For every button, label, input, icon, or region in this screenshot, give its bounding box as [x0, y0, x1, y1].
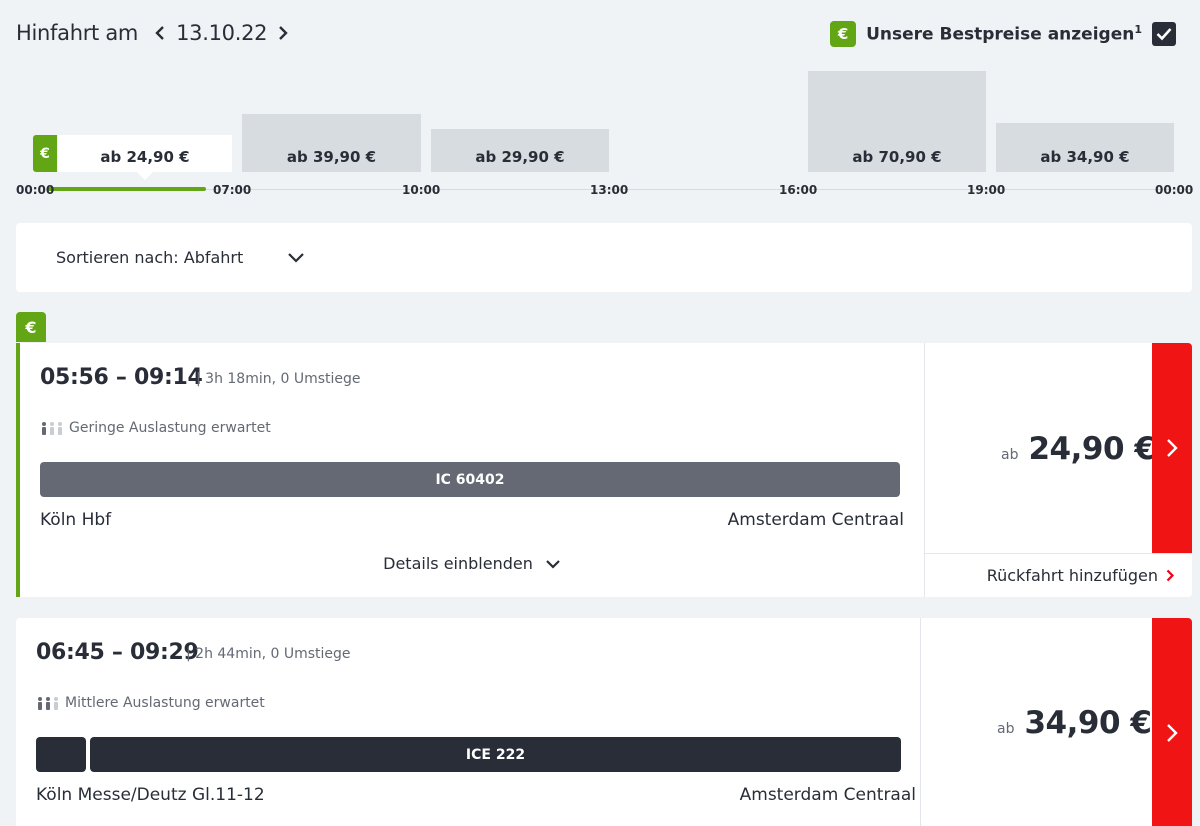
previous-day-button[interactable]: [148, 18, 172, 48]
walk-segment[interactable]: [36, 737, 86, 772]
bestprice-checkbox[interactable]: [1152, 22, 1176, 46]
price-prefix: ab: [1001, 447, 1019, 463]
chevron-right-icon: [1166, 569, 1174, 582]
time-tick: 10:00: [402, 183, 441, 197]
details-label: Details einblenden: [383, 554, 533, 573]
train-number: IC 60402: [435, 471, 505, 488]
return-label: Rückfahrt hinzufügen: [986, 566, 1158, 585]
euro-icon: €: [33, 135, 57, 172]
price: ab 24,90 €: [1001, 431, 1156, 467]
price-prefix: ab: [997, 721, 1015, 737]
occupancy-label: Geringe Auslastung erwartet: [69, 420, 271, 436]
price-bar[interactable]: ab 39,90 €: [242, 114, 421, 172]
select-connection-button[interactable]: [1152, 343, 1192, 553]
occupancy-info: Geringe Auslastung erwartet: [40, 420, 271, 436]
next-day-button[interactable]: [271, 18, 295, 48]
occupancy-info: Mittlere Auslastung erwartet: [36, 695, 265, 711]
chevron-right-icon: [1167, 724, 1178, 742]
price: ab 34,90 €: [997, 705, 1152, 741]
connection-times: 06:45 – 09:29: [36, 640, 199, 665]
time-tick: 00:00: [16, 183, 55, 197]
price-value: 34,90 €: [1024, 705, 1152, 741]
sort-dropdown[interactable]: Sortieren nach: Abfahrt: [16, 223, 1192, 292]
occupancy-low-icon: [42, 422, 62, 435]
connection-card[interactable]: 06:45 – 09:29 | 2h 44min, 0 Umstiege Mit…: [16, 618, 1192, 826]
price-bar-label: ab 24,90 €: [100, 148, 190, 166]
euro-icon: €: [830, 21, 857, 47]
price-bar[interactable]: ab 29,90 €: [431, 129, 609, 172]
sort-label: Sortieren nach: Abfahrt: [56, 248, 244, 267]
travel-date: 13.10.22: [176, 21, 268, 45]
departure-station: Köln Hbf: [40, 510, 112, 530]
outbound-title: Hinfahrt am: [16, 21, 139, 45]
time-tick: 07:00: [213, 183, 252, 197]
chevron-down-icon: [288, 253, 305, 263]
connection-info: 05:56 – 09:14 | 3h 18min, 0 Umstiege Ger…: [20, 343, 924, 597]
time-tick: 19:00: [967, 183, 1006, 197]
price-bar-label: ab 34,90 €: [1040, 148, 1130, 166]
bestprice-toggle: € Unsere Bestpreise anzeigen1: [830, 20, 1176, 48]
price-bar-label: ab 39,90 €: [286, 148, 377, 166]
occupancy-label: Mittlere Auslastung erwartet: [65, 695, 265, 711]
arrival-station: Amsterdam Centraal: [739, 785, 916, 805]
train-segment[interactable]: ICE 222: [90, 737, 901, 772]
price-bar[interactable]: ab 24,90 €: [58, 135, 232, 172]
chevron-left-icon: [155, 26, 164, 40]
chevron-down-icon: [546, 559, 560, 569]
arrival-station: Amsterdam Centraal: [727, 510, 904, 530]
price-bar[interactable]: ab 34,90 €: [996, 123, 1174, 172]
departure-station: Köln Messe/Deutz Gl.11-12: [36, 785, 265, 805]
occupancy-medium-icon: [38, 697, 58, 710]
checkmark-icon: [1156, 28, 1172, 41]
price-histogram: ab 24,90 € € ab 39,90 € ab 29,90 € ab 70,90 …: [0, 60, 1200, 210]
chevron-right-icon: [1167, 439, 1178, 457]
date-navigation: Hinfahrt am 13.10.22: [16, 18, 299, 48]
select-connection-button[interactable]: [1152, 618, 1192, 826]
price-bar-label: ab 29,90 €: [475, 148, 565, 166]
time-tick: 13:00: [590, 183, 629, 197]
selected-range-indicator: [48, 187, 206, 191]
time-tick: 16:00: [779, 183, 818, 197]
connection-card[interactable]: 05:56 – 09:14 | 3h 18min, 0 Umstiege Ger…: [16, 343, 1192, 597]
price-bar-label: ab 70,90 €: [852, 148, 942, 166]
show-details-button[interactable]: Details einblenden: [20, 554, 924, 573]
add-return-trip-button[interactable]: Rückfahrt hinzufügen: [925, 553, 1192, 597]
price-bar[interactable]: ab 70,90 €: [808, 71, 986, 172]
bestprice-euro-icon: €: [16, 312, 46, 342]
footnote-marker: 1: [1134, 23, 1142, 37]
price-panel: ab 24,90 € Rückfahrt hinzufügen: [924, 343, 1192, 597]
connection-duration: | 2h 44min, 0 Umstiege: [186, 646, 351, 662]
connection-duration: | 3h 18min, 0 Umstiege: [196, 371, 361, 387]
price-value: 24,90 €: [1028, 431, 1156, 467]
connection-times: 05:56 – 09:14: [40, 365, 203, 390]
price-panel: ab 34,90 €: [920, 618, 1192, 826]
connection-info: 06:45 – 09:29 | 2h 44min, 0 Umstiege Mit…: [16, 618, 920, 826]
train-number: ICE 222: [465, 746, 526, 763]
active-bar-pointer: [137, 172, 153, 180]
train-segment[interactable]: IC 60402: [40, 462, 900, 497]
time-tick: 00:00: [1155, 183, 1194, 197]
bestprice-label: Unsere Bestpreise anzeigen1: [866, 23, 1142, 45]
chevron-right-icon: [279, 26, 288, 40]
